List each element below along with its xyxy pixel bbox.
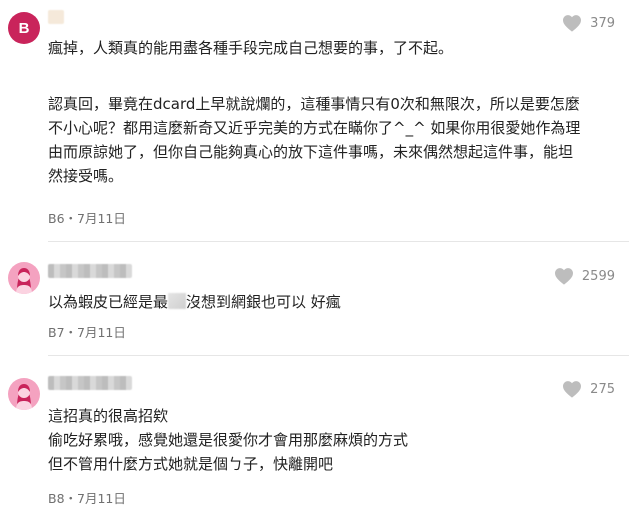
comment-text: 偷吃好累哦，感覺她還是很愛你才會用那麼麻煩的方式 xyxy=(48,431,409,449)
comment-text: 瘋掉，人類真的能用盡各種手段完成自己想要的事，了不起。 xyxy=(48,39,454,57)
comment-meta: B8・7月11日 xyxy=(48,491,126,506)
female-avatar-icon xyxy=(16,384,32,410)
comment-text: 這招真的很高招欸 xyxy=(48,407,169,425)
comment-body: 以為蝦皮已經是最 沒想到網銀也可以 好瘋 xyxy=(48,290,618,314)
comment-text: 但不管用什麼方式她就是個ㄅ子，快離開吧 xyxy=(48,455,334,473)
comment-b6: B 379 瘋掉，人類真的能用盡各種手段完成自己想要的事，了不起。 認真回，畢竟… xyxy=(0,0,629,242)
author-name-blurred[interactable] xyxy=(48,376,132,390)
female-avatar-icon xyxy=(16,268,32,294)
comment-meta: B6・7月11日 xyxy=(48,211,126,226)
like-button[interactable]: 275 xyxy=(562,380,615,398)
like-count: 2599 xyxy=(581,268,615,284)
comment-text: 認真回，畢竟在dcard上早就說爛的，這種事情只有0次和無限次，所以是要怎麼 xyxy=(48,95,580,113)
heart-icon xyxy=(563,381,582,398)
comment-b8: 275 這招真的很高招欸 偷吃好累哦，感覺她還是很愛你才會用那麼麻煩的方式 但不… xyxy=(0,356,629,515)
comment-text-part: 以為蝦皮已經是最 xyxy=(48,293,169,311)
comment-text: 然接受嗎。 xyxy=(48,167,124,185)
comment-meta: B7・7月11日 xyxy=(48,325,126,340)
author-name-blurred[interactable] xyxy=(48,264,132,278)
avatar[interactable] xyxy=(8,378,40,410)
comment-text-part: 沒想到網銀也可以 好瘋 xyxy=(186,293,341,311)
like-button[interactable]: 379 xyxy=(562,14,615,32)
like-button[interactable]: 2599 xyxy=(554,267,615,285)
comment-text: 以為蝦皮已經是最 沒想到網銀也可以 好瘋 xyxy=(48,290,618,314)
author-name-blurred[interactable] xyxy=(48,10,64,24)
heart-icon xyxy=(554,268,573,285)
comment-body: 瘋掉，人類真的能用盡各種手段完成自己想要的事，了不起。 認真回，畢竟在dcard… xyxy=(48,36,618,188)
comment-text: 不小心呢？都用這麼新奇又近乎完美的方式在瞞你了^_^ 如果你用很愛她作為理 xyxy=(48,119,581,137)
avatar[interactable] xyxy=(8,262,40,294)
censored-word xyxy=(168,293,187,309)
comment-body: 這招真的很高招欸 偷吃好累哦，感覺她還是很愛你才會用那麼麻煩的方式 但不管用什麼… xyxy=(48,404,618,476)
like-count: 275 xyxy=(590,381,615,397)
like-count: 379 xyxy=(590,15,615,31)
comment-text: 由而原諒她了，但你自己能夠真心的放下這件事嗎，未來偶然想起這件事，能坦 xyxy=(48,143,574,161)
heart-icon xyxy=(563,15,582,32)
comment-b7: 2599 以為蝦皮已經是最 沒想到網銀也可以 好瘋 B7・7月11日 xyxy=(0,242,629,356)
avatar[interactable]: B xyxy=(8,12,40,44)
avatar-letter: B xyxy=(18,19,30,37)
